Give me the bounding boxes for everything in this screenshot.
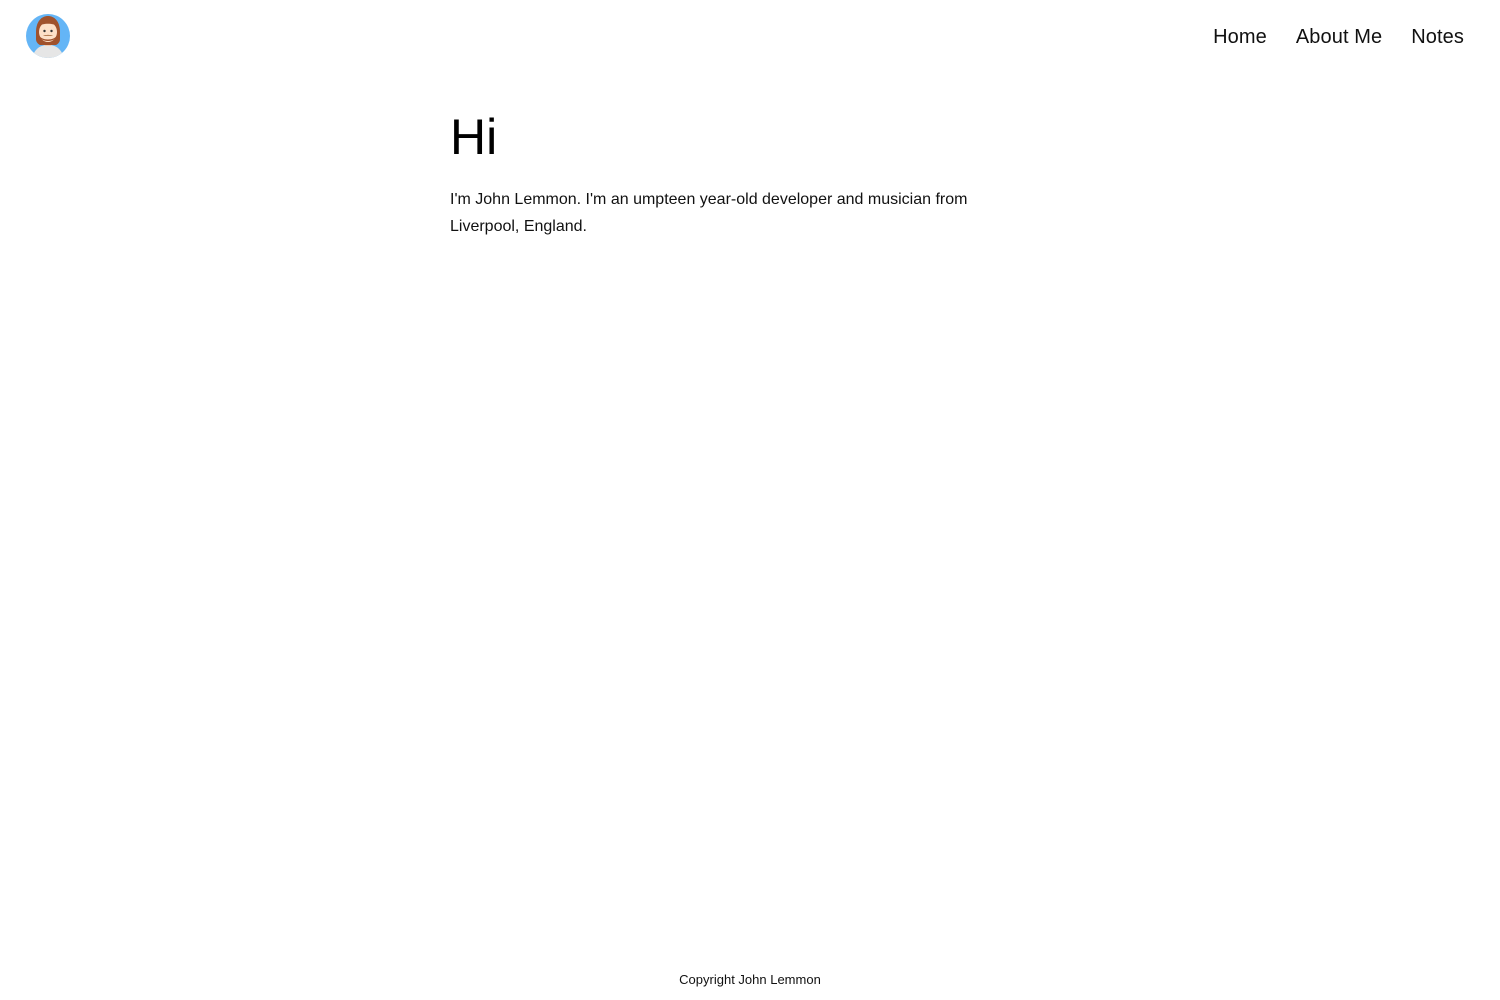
- page-title: Hi: [450, 109, 498, 165]
- nav-notes-link[interactable]: Notes: [1411, 24, 1464, 50]
- footer: Copyright John Lemmon: [0, 972, 1500, 988]
- main-nav: Home About Me Notes: [1213, 24, 1464, 50]
- page: Home About Me Notes Hi I'm John Lemmon. …: [0, 0, 1500, 1000]
- intro-text: I'm John Lemmon. I'm an umpteen year-old…: [450, 191, 968, 235]
- nav-about-me-link[interactable]: About Me: [1296, 24, 1382, 50]
- copyright-text: Copyright John Lemmon: [679, 972, 821, 987]
- avatar-icon[interactable]: [26, 12, 70, 59]
- main-content: Hi I'm John Lemmon. I'm an umpteen year-…: [450, 108, 1050, 240]
- site-header: Home About Me Notes: [0, 0, 1500, 72]
- nav-home-link[interactable]: Home: [1213, 24, 1267, 50]
